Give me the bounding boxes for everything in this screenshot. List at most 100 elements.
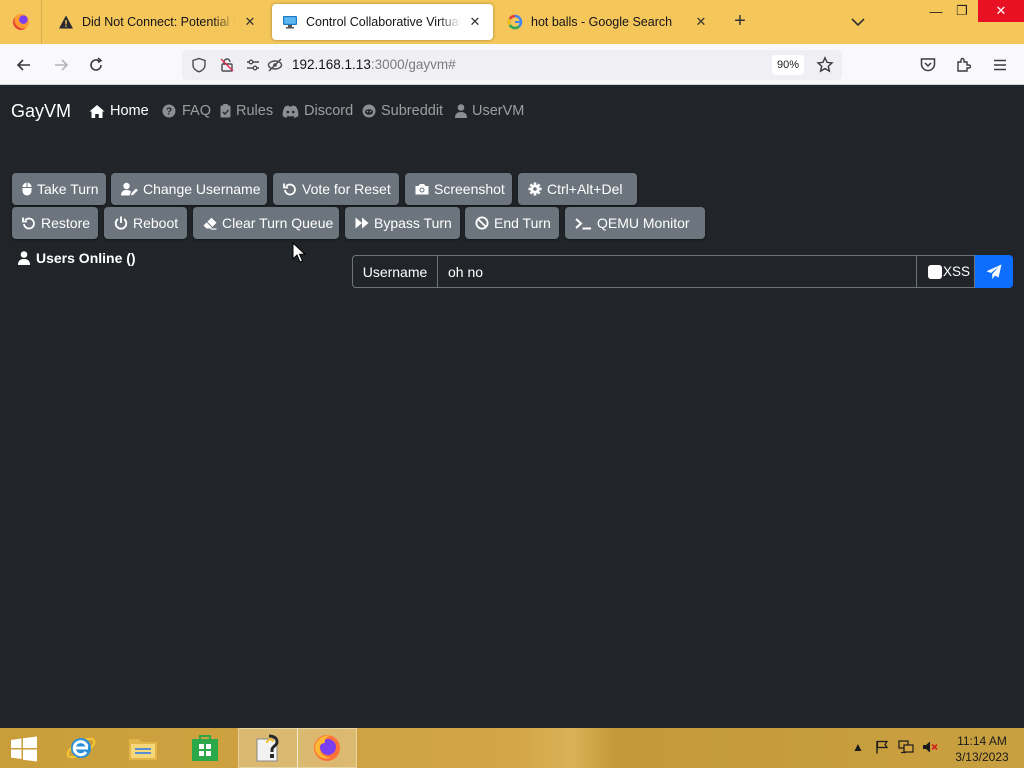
system-clock[interactable]: 11:14 AM 3/13/2023 [950, 733, 1014, 765]
question-circle-icon: ? [161, 103, 177, 119]
reload-icon [90, 57, 103, 71]
permissions-icon[interactable] [218, 56, 236, 74]
reload-button[interactable] [83, 52, 109, 78]
restore-button[interactable]: ❐ [946, 0, 978, 22]
warning-icon [58, 14, 74, 30]
tab-security-warning[interactable]: Did Not Connect: Potential Security Issu… [48, 4, 268, 40]
button-label: Clear Turn Queue [222, 215, 334, 231]
power-icon [114, 216, 128, 230]
app-menu-button[interactable] [987, 52, 1013, 78]
tracking-blocked-icon[interactable] [266, 56, 284, 74]
mouse-pointer-icon [292, 242, 306, 263]
close-tab-icon[interactable]: ✕ [242, 14, 258, 30]
reboot-button[interactable]: Reboot [104, 207, 187, 239]
zoom-level-badge[interactable]: 90% [772, 55, 804, 75]
firefox-menu-button[interactable] [0, 0, 42, 44]
url-host: 192.168.1.13 [292, 57, 371, 72]
monitor-icon [282, 14, 298, 30]
nav-label: Rules [236, 103, 274, 119]
send-button[interactable] [975, 255, 1013, 288]
taskbar-internet-explorer[interactable] [51, 728, 111, 768]
bypass-turn-button[interactable]: Bypass Turn [345, 207, 460, 239]
extensions-button[interactable] [951, 52, 977, 78]
user-icon [18, 251, 32, 265]
clock-time: 11:14 AM [957, 734, 1007, 748]
chat-message-input[interactable] [437, 255, 917, 288]
button-label: Ctrl+Alt+Del [547, 181, 623, 197]
list-all-tabs-button[interactable] [848, 12, 868, 32]
nav-faq[interactable]: ? FAQ [161, 103, 211, 119]
tab-collabvm[interactable]: Control Collaborative Virtual Machines ✕ [272, 4, 493, 40]
connection-settings-icon[interactable] [244, 56, 262, 74]
xss-toggle[interactable]: XSS [916, 255, 975, 288]
windows-logo-icon [11, 736, 37, 762]
vote-for-reset-button[interactable]: Vote for Reset [273, 173, 399, 205]
help-icon [256, 734, 279, 762]
fast-forward-icon [355, 216, 369, 230]
users-online-heading: Users Online () [18, 250, 136, 266]
start-button[interactable] [9, 736, 39, 762]
taskbar-file-explorer[interactable] [113, 728, 173, 768]
store-icon [192, 735, 218, 761]
hamburger-icon [994, 59, 1006, 71]
users-online-label: Users Online () [36, 250, 136, 266]
close-tab-icon[interactable]: ✕ [467, 14, 483, 30]
ctrl-alt-del-button[interactable]: Ctrl+Alt+Del [518, 173, 637, 205]
nav-label: Home [110, 103, 149, 119]
discord-icon [281, 103, 299, 119]
qemu-monitor-button[interactable]: QEMU Monitor [565, 207, 705, 239]
pocket-button[interactable] [915, 52, 941, 78]
url-bar[interactable]: 192.168.1.13:3000/gayvm# 90% [182, 50, 842, 80]
button-label: End Turn [494, 215, 551, 231]
close-tab-icon[interactable]: ✕ [693, 14, 709, 30]
mouse-icon [22, 182, 32, 196]
bookmark-star-icon[interactable] [814, 54, 836, 76]
internet-explorer-icon [66, 737, 96, 759]
nav-rules[interactable]: Rules [219, 103, 273, 119]
nav-subreddit[interactable]: Subreddit [362, 103, 443, 119]
xss-label: XSS [943, 264, 971, 279]
network-icon[interactable] [897, 738, 915, 756]
button-label: Reboot [133, 215, 179, 231]
clipboard-icon [219, 103, 231, 119]
change-username-button[interactable]: Change Username [111, 173, 267, 205]
nav-discord[interactable]: Discord [281, 103, 353, 119]
taskbar-firefox[interactable] [297, 728, 357, 768]
url-text[interactable]: 192.168.1.13:3000/gayvm# [292, 57, 456, 72]
shield-icon[interactable] [190, 56, 208, 74]
taskbar-help[interactable] [238, 728, 298, 768]
chat-input-group: Username XSS [352, 255, 1013, 288]
username-label[interactable]: Username [352, 255, 438, 288]
xss-checkbox[interactable] [928, 264, 942, 279]
new-tab-button[interactable]: + [728, 10, 752, 33]
camera-icon [415, 182, 429, 196]
volume-muted-icon[interactable] [921, 738, 939, 756]
taskbar-store[interactable] [175, 728, 235, 768]
windows-taskbar: ▲ 11:14 AM 3/13/2023 [0, 728, 1024, 768]
nav-uservm[interactable]: UserVM [455, 103, 524, 119]
button-label: QEMU Monitor [597, 215, 690, 231]
take-turn-button[interactable]: Take Turn [12, 173, 106, 205]
end-turn-button[interactable]: End Turn [465, 207, 559, 239]
button-label: Change Username [143, 181, 261, 197]
tab-google-search[interactable]: hot balls - Google Search ✕ [497, 4, 719, 40]
clear-turn-queue-button[interactable]: Clear Turn Queue [193, 207, 339, 239]
nav-home[interactable]: Home [89, 103, 149, 119]
screenshot-button[interactable]: Screenshot [405, 173, 512, 205]
button-label: Take Turn [37, 181, 99, 197]
forward-button[interactable] [48, 52, 74, 78]
show-hidden-icons-button[interactable]: ▲ [849, 738, 867, 756]
restore-button[interactable]: Restore [12, 207, 98, 239]
button-label: Bypass Turn [374, 215, 452, 231]
google-icon [507, 14, 523, 30]
home-icon [89, 103, 105, 119]
user-icon [455, 103, 467, 119]
firefox-icon [314, 735, 340, 761]
site-brand[interactable]: GayVM [11, 101, 71, 122]
back-button[interactable] [11, 52, 37, 78]
close-window-button[interactable]: ✕ [978, 0, 1024, 22]
pocket-icon [920, 58, 936, 72]
action-center-flag-icon[interactable] [873, 738, 891, 756]
button-label: Restore [41, 215, 91, 231]
ban-icon [475, 216, 489, 230]
